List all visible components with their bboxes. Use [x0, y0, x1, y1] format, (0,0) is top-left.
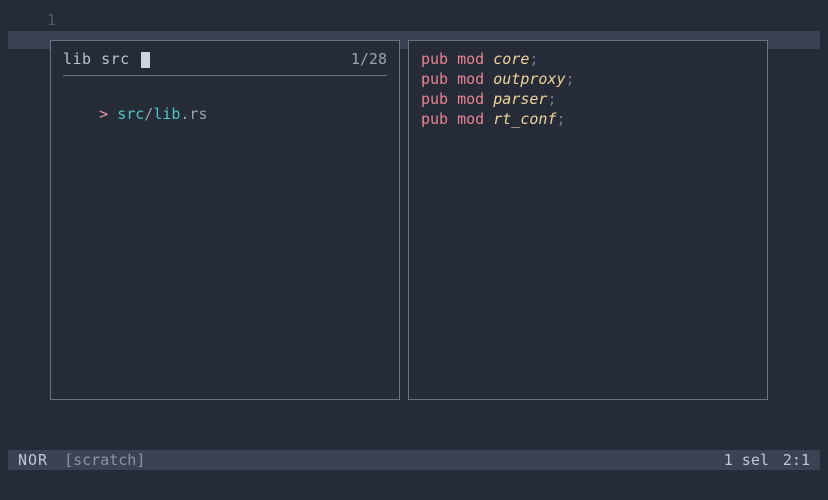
keyword-mod: mod: [457, 50, 484, 68]
line-number: 1: [0, 10, 60, 30]
identifier: outproxy: [493, 70, 565, 88]
semicolon: ;: [529, 50, 538, 68]
semicolon: ;: [547, 90, 556, 108]
keyword-mod: mod: [457, 110, 484, 128]
status-bar: NOR [scratch] 1 sel 2:1: [8, 450, 820, 470]
preview-line: pub mod core;: [421, 49, 755, 69]
selection-count: 1 sel: [724, 450, 769, 470]
picker-query-text: lib src: [63, 50, 130, 68]
keyword-pub: pub: [421, 70, 448, 88]
cursor-position: 2:1: [783, 450, 810, 470]
semicolon: ;: [556, 110, 565, 128]
keyword-mod: mod: [457, 90, 484, 108]
identifier: rt_conf: [493, 110, 556, 128]
keyword-pub: pub: [421, 90, 448, 108]
identifier: core: [493, 50, 529, 68]
keyword-pub: pub: [421, 50, 448, 68]
match-slash: /: [144, 105, 153, 123]
file-preview-panel: pub mod core; pub mod outproxy; pub mod …: [408, 40, 768, 400]
match-extension: .rs: [180, 105, 207, 123]
file-picker-count: 1/28: [351, 49, 387, 69]
file-picker-header: lib src 1/28: [63, 49, 387, 76]
preview-line: pub mod rt_conf;: [421, 109, 755, 129]
keyword-mod: mod: [457, 70, 484, 88]
preview-line: pub mod parser;: [421, 89, 755, 109]
prompt-icon: >: [99, 105, 108, 123]
keyword-pub: pub: [421, 110, 448, 128]
semicolon: ;: [566, 70, 575, 88]
match-segment-lib: lib: [153, 105, 180, 123]
identifier: parser: [493, 90, 547, 108]
text-cursor-icon: [141, 52, 150, 68]
file-picker-result[interactable]: > src/lib.rs: [63, 84, 387, 144]
preview-line: pub mod outproxy;: [421, 69, 755, 89]
file-picker-title: lib src: [63, 49, 150, 69]
editor-mode: NOR: [18, 450, 48, 470]
match-segment-src: src: [117, 105, 144, 123]
buffer-name: [scratch]: [64, 450, 145, 470]
file-picker-panel[interactable]: lib src 1/28 > src/lib.rs: [50, 40, 400, 400]
